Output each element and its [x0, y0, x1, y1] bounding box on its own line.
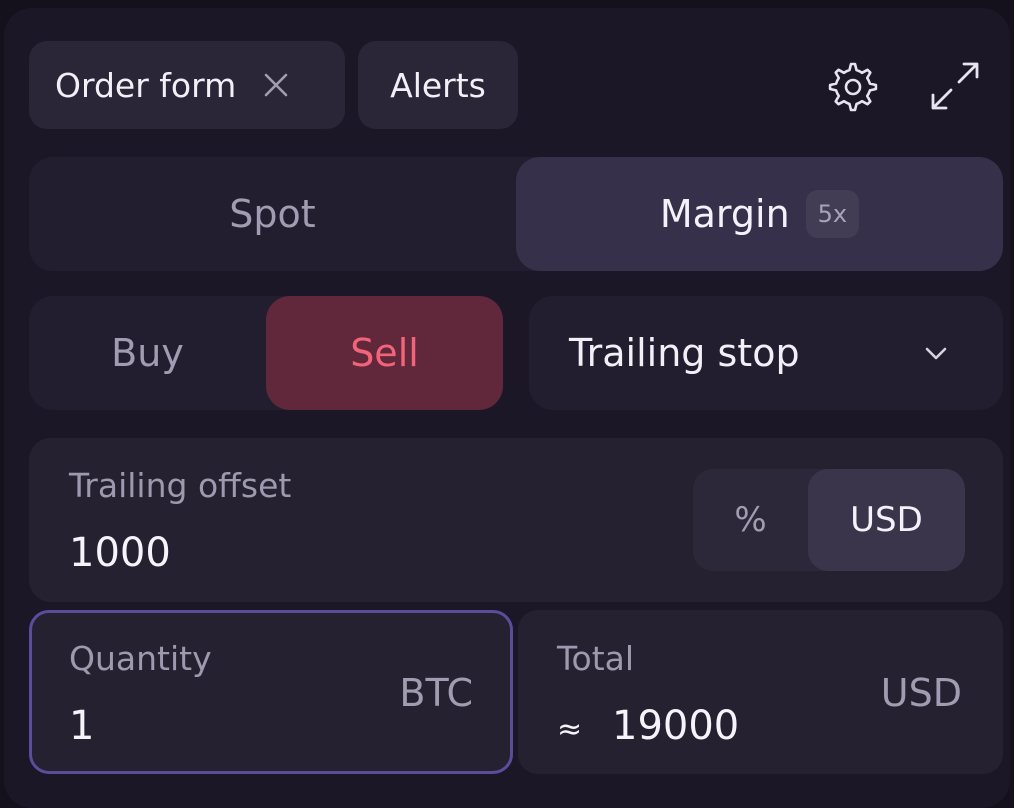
spot-label: Spot — [229, 192, 316, 236]
chevron-down-icon — [921, 338, 951, 368]
total-value: 19000 — [612, 703, 740, 749]
gear-icon[interactable] — [821, 56, 881, 116]
sell-button[interactable]: Sell — [266, 296, 503, 410]
tab-alerts[interactable]: Alerts — [358, 41, 518, 129]
quantity-label: Quantity — [69, 639, 212, 678]
margin-button[interactable]: Margin 5x — [516, 157, 1003, 271]
side-toggle: Buy Sell — [29, 296, 503, 410]
percent-unit-label: % — [734, 500, 767, 540]
percent-unit-button[interactable]: % — [693, 469, 808, 571]
buy-button[interactable]: Buy — [29, 296, 266, 410]
tab-order-form-label: Order form — [55, 65, 237, 105]
approx-symbol: ≈ — [557, 712, 583, 747]
usd-unit-button[interactable]: USD — [808, 469, 965, 571]
leverage-badge: 5x — [805, 190, 860, 238]
tab-alerts-label: Alerts — [390, 65, 486, 105]
usd-unit-label: USD — [850, 500, 923, 540]
quantity-field[interactable]: Quantity 1 BTC — [29, 610, 513, 774]
buy-label: Buy — [111, 331, 184, 375]
sell-label: Sell — [350, 331, 419, 375]
order-form-panel: Order form Alerts Spot Margin 5x Buy Sel… — [4, 8, 1010, 808]
quantity-unit: BTC — [399, 671, 473, 715]
tab-order-form[interactable]: Order form — [29, 41, 345, 129]
spot-button[interactable]: Spot — [29, 157, 516, 271]
total-field: Total ≈ 19000 USD — [518, 610, 1003, 774]
offset-unit-toggle: % USD — [693, 469, 965, 571]
order-type-dropdown[interactable]: Trailing stop — [529, 296, 1003, 410]
quantity-input[interactable]: 1 — [69, 703, 94, 749]
trailing-offset-label: Trailing offset — [69, 466, 292, 505]
margin-label: Margin — [659, 192, 790, 236]
market-type-toggle: Spot Margin 5x — [29, 157, 1003, 271]
total-label: Total — [557, 639, 635, 678]
trailing-offset-field[interactable]: Trailing offset 1000 % USD — [29, 438, 1003, 602]
trailing-offset-input[interactable]: 1000 — [69, 530, 171, 576]
order-type-value: Trailing stop — [569, 331, 800, 375]
total-unit: USD — [880, 671, 962, 715]
close-icon[interactable] — [262, 71, 290, 99]
expand-icon[interactable] — [925, 56, 985, 116]
